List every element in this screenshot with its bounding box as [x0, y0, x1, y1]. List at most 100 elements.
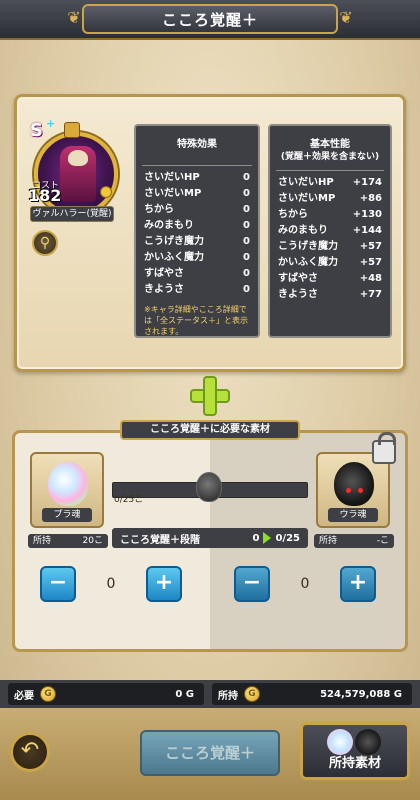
minus-button[interactable]: −: [234, 566, 270, 602]
stat-value: +86: [359, 193, 382, 204]
stat-label: さいだいMP: [144, 188, 202, 199]
stat-row: かいふく魔力 +57: [270, 255, 390, 271]
stat-row: さいだいHP +174: [270, 175, 390, 191]
stat-row: きようさ +77: [270, 287, 390, 303]
stat-value: +77: [359, 289, 382, 300]
stat-row: すばやさ 0: [136, 266, 258, 282]
stat-value: +130: [352, 209, 382, 220]
stat-row: みのまもり +144: [270, 223, 390, 239]
owned-value: -こ: [376, 536, 389, 546]
have-label: 所持: [218, 690, 238, 702]
owned-materials-button[interactable]: 所持素材: [300, 722, 410, 780]
rank-plus-icon: +: [46, 117, 56, 130]
stat-value: 0: [243, 236, 250, 247]
pla-soul-card[interactable]: プラ魂: [30, 452, 104, 528]
stat-label: こうげき魔力: [278, 241, 338, 252]
ura-count: 0: [300, 576, 310, 592]
step-label: こころ覚醒＋段階: [120, 534, 200, 546]
stat-value: +57: [359, 241, 382, 252]
pla-soul-icon: [48, 462, 88, 506]
cost-value: 182: [28, 186, 62, 205]
stat-row: みのまもり 0: [136, 218, 258, 234]
base-stats-subtitle: (覚醒＋効果を含まない): [280, 152, 380, 162]
gold-needed: 必要 G 0 G: [8, 683, 204, 705]
ornament-icon: ❦: [67, 8, 81, 27]
stat-row: さいだいMP +86: [270, 191, 390, 207]
ura-quantity-stepper: − 0 +: [234, 566, 376, 602]
stat-row: きようさ 0: [136, 282, 258, 298]
owned-label: 所持: [319, 536, 338, 546]
gold-owned: 所持 G 524,579,088 G: [212, 683, 412, 705]
stat-label: さいだいHP: [144, 172, 200, 183]
need-label: 必要: [14, 690, 34, 702]
stat-label: さいだいHP: [278, 177, 334, 188]
eye-icon: [358, 488, 363, 493]
stat-label: きようさ: [144, 284, 184, 295]
base-stats-title: 基本性能: [310, 139, 350, 150]
pla-owned: 所持 20こ: [28, 534, 108, 548]
stat-value: 0: [243, 268, 250, 279]
progress-text: 0/25こ: [114, 495, 144, 505]
arrow-right-icon: [263, 532, 272, 544]
stat-value: 0: [243, 204, 250, 215]
stat-row: さいだいHP 0: [136, 170, 258, 186]
need-value: 0 G: [175, 688, 194, 700]
awakening-step: こころ覚醒＋段階 0 0/25: [112, 528, 308, 548]
ura-owned: 所持 -こ: [314, 534, 394, 548]
stat-label: かいふく魔力: [144, 252, 204, 263]
stat-value: 0: [243, 172, 250, 183]
stat-label: さいだいMP: [278, 193, 336, 204]
stat-value: +57: [359, 257, 382, 268]
zoom-button[interactable]: ⚲: [32, 230, 58, 256]
stat-value: 0: [243, 188, 250, 199]
stat-value: +48: [359, 273, 382, 284]
stat-label: ちから: [144, 204, 174, 215]
plus-bar: [205, 378, 215, 414]
lock-icon: [372, 432, 396, 464]
step-from: 0: [252, 532, 260, 544]
ura-soul-icon: [334, 462, 374, 506]
gold-coin-icon: G: [244, 686, 260, 702]
plus-button[interactable]: +: [340, 566, 376, 602]
special-effects-table: 特殊効果 さいだいHP 0 さいだいMP 0 ちから 0 みのまもり 0 こうげき魔力 0…: [134, 124, 260, 338]
step-to: 0/25: [275, 532, 300, 544]
eye-icon: [346, 488, 351, 493]
title-plate: こころ覚醒＋: [82, 4, 338, 34]
stat-label: みのまもり: [278, 225, 328, 236]
stat-label: ちから: [278, 209, 308, 220]
cost-coin-icon: [100, 186, 112, 198]
base-stats-table: 基本性能 (覚醒＋効果を含まない) さいだいHP +174 さいだいMP +86 ち…: [268, 124, 392, 338]
stat-value: 0: [243, 220, 250, 231]
ornament-icon: ❦: [339, 8, 353, 27]
stat-row: ちから +130: [270, 207, 390, 223]
ura-soul-label: ウラ魂: [328, 508, 378, 522]
page-title: こころ覚醒＋: [161, 10, 258, 29]
stat-row: さいだいMP 0: [136, 186, 258, 202]
stat-value: 0: [243, 284, 250, 295]
stat-row: すばやさ +48: [270, 271, 390, 287]
plus-button[interactable]: +: [146, 566, 182, 602]
stat-value: 0: [243, 252, 250, 263]
stat-row: こうげき魔力 +57: [270, 239, 390, 255]
pla-quantity-stepper: − 0 +: [40, 566, 182, 602]
stat-value: +144: [352, 225, 382, 236]
gold-coin-icon: G: [40, 686, 56, 702]
stat-row: ちから 0: [136, 202, 258, 218]
pla-soul-label: プラ魂: [42, 508, 92, 522]
back-arrow-icon: ↶: [20, 738, 40, 763]
stat-row: かいふく魔力 0: [136, 250, 258, 266]
stat-label: みのまもり: [144, 220, 194, 231]
title-bar: ❦ こころ覚醒＋ ❦: [0, 0, 420, 40]
rank-badge: S: [30, 120, 43, 141]
owned-value: 20こ: [82, 536, 103, 546]
owned-label: 所持: [33, 536, 52, 546]
pla-count: 0: [106, 576, 116, 592]
back-button[interactable]: ↶: [10, 732, 50, 772]
awaken-button[interactable]: こころ覚醒＋: [140, 730, 280, 776]
stat-row: こうげき魔力 0: [136, 234, 258, 250]
materials-title: こころ覚醒＋に必要な素材: [120, 420, 300, 440]
minus-button[interactable]: −: [40, 566, 76, 602]
stat-label: すばやさ: [144, 268, 184, 279]
special-effects-note: ※キャラ詳細やこころ詳細では「全ステータス＋」と表示されます。: [144, 305, 248, 336]
have-value: 524,579,088 G: [320, 688, 402, 700]
